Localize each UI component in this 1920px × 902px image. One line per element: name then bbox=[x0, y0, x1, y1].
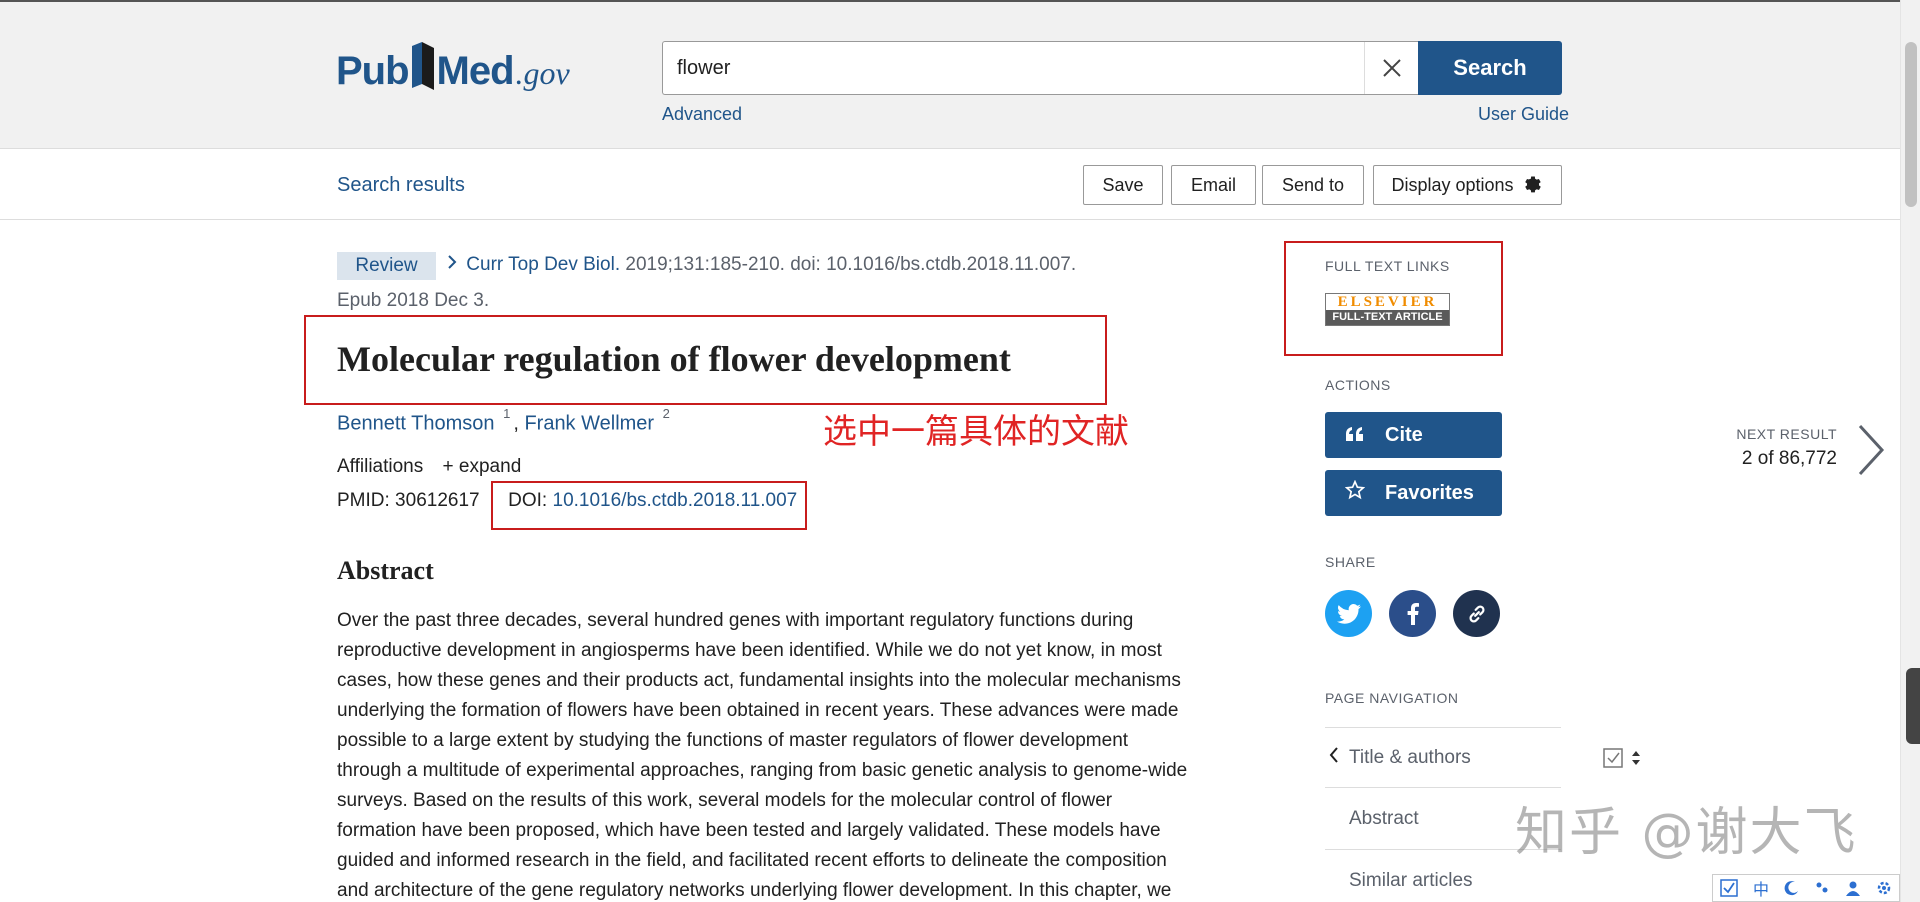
favorites-button[interactable]: Favorites bbox=[1325, 470, 1502, 516]
pmid: PMID: 30612617 bbox=[337, 490, 480, 511]
abstract-line: through a multitude of experimental appr… bbox=[337, 760, 1188, 781]
email-button[interactable]: Email bbox=[1171, 165, 1256, 205]
checkbox-icon bbox=[1720, 879, 1739, 897]
close-icon bbox=[1382, 59, 1401, 77]
settings-icon[interactable] bbox=[1876, 880, 1892, 896]
abstract-line: Over the past three decades, several hun… bbox=[337, 610, 1134, 631]
share-twitter-button[interactable] bbox=[1325, 590, 1372, 637]
nav-title-authors[interactable]: Title & authors bbox=[1325, 727, 1561, 788]
elsevier-full-text-link[interactable]: ELSEVIER FULL-TEXT ARTICLE bbox=[1325, 293, 1450, 326]
next-result-label: NEXT RESULT bbox=[1736, 426, 1837, 442]
next-result-count: 2 of 86,772 bbox=[1741, 448, 1837, 469]
page-navigation-label: PAGE NAVIGATION bbox=[1325, 690, 1459, 706]
cite-button[interactable]: Cite bbox=[1325, 412, 1502, 458]
search-input[interactable] bbox=[677, 54, 1337, 82]
save-button[interactable]: Save bbox=[1083, 165, 1163, 205]
quote-icon bbox=[1325, 422, 1385, 448]
affiliations-row: Affiliations + expand bbox=[337, 456, 521, 478]
watermark: 知乎 @谢大飞 bbox=[1515, 803, 1858, 863]
punctuation-icon[interactable] bbox=[1814, 880, 1830, 896]
moon-icon[interactable] bbox=[1784, 880, 1800, 896]
full-text-links-label: FULL TEXT LINKS bbox=[1325, 258, 1450, 274]
abstract-line: reproductive development in angiosperms … bbox=[337, 640, 1162, 661]
author-affiliation-ref[interactable]: 2 bbox=[660, 405, 673, 422]
site-header: Pub Med .gov Search Advanced User Guide bbox=[0, 0, 1900, 148]
journal-link[interactable]: Curr Top Dev Biol. bbox=[466, 254, 620, 275]
author-link[interactable]: Frank Wellmer bbox=[524, 413, 654, 435]
pubmed-logo[interactable]: Pub Med .gov bbox=[336, 32, 570, 96]
side-panel-handle[interactable] bbox=[1906, 668, 1920, 744]
expand-affiliations-button[interactable]: + expand bbox=[443, 456, 522, 477]
abstract-heading: Abstract bbox=[337, 556, 434, 585]
author-link[interactable]: Bennett Thomson bbox=[337, 413, 495, 435]
abstract-line: and architecture of the gene regulatory … bbox=[337, 880, 1172, 901]
advanced-search-link[interactable]: Advanced bbox=[662, 104, 742, 125]
facebook-icon bbox=[1407, 602, 1419, 625]
elsevier-full-text-label: FULL-TEXT ARTICLE bbox=[1326, 310, 1449, 325]
pubmed-book-icon bbox=[410, 40, 436, 92]
user-icon[interactable] bbox=[1845, 880, 1861, 896]
citation-line: Curr Top Dev Biol. 2019;131:185-210. doi… bbox=[447, 254, 1076, 276]
search-box bbox=[662, 41, 1418, 95]
next-result-chevron-icon[interactable] bbox=[1856, 422, 1886, 483]
title-highlight-box bbox=[304, 315, 1107, 405]
nav-item-label: Abstract bbox=[1349, 808, 1419, 829]
review-badge[interactable]: Review bbox=[337, 252, 436, 280]
epub-date: Epub 2018 Dec 3. bbox=[337, 290, 490, 311]
display-options-label: Display options bbox=[1391, 174, 1514, 195]
article-toolbar: Search results Save Email Send to Displa… bbox=[0, 148, 1900, 220]
doi-highlight-box bbox=[491, 481, 807, 530]
chevron-right-icon bbox=[447, 254, 461, 276]
user-guide-link[interactable]: User Guide bbox=[1478, 104, 1569, 125]
citation-details: 2019;131:185-210. doi: 10.1016/bs.ctdb.2… bbox=[620, 254, 1077, 275]
ime-toolbar[interactable]: 中 bbox=[1712, 874, 1900, 902]
link-icon bbox=[1468, 605, 1485, 622]
abstract-line: cases, how these genes and their product… bbox=[337, 670, 1181, 691]
display-options-button[interactable]: Display options bbox=[1373, 165, 1562, 205]
share-label: SHARE bbox=[1325, 554, 1376, 570]
nav-item-label: Title & authors bbox=[1349, 746, 1471, 768]
abstract-line: surveys. Based on the results of this wo… bbox=[337, 790, 1113, 811]
star-icon bbox=[1325, 479, 1385, 506]
abstract-line: possible to a large extent by studying t… bbox=[337, 730, 1129, 751]
logo-med: Med bbox=[436, 49, 515, 93]
abstract-line: underlying the formation of flowers have… bbox=[337, 700, 1179, 721]
chevron-left-icon bbox=[1329, 746, 1339, 770]
send-to-button[interactable]: Send to bbox=[1262, 165, 1364, 205]
floating-checkbox-widget[interactable] bbox=[1602, 746, 1662, 770]
cite-label: Cite bbox=[1385, 423, 1423, 446]
elsevier-logo-text: ELSEVIER bbox=[1326, 294, 1449, 310]
copy-link-button[interactable] bbox=[1453, 590, 1500, 637]
authors-list: Bennett Thomson 1, Frank Wellmer 2 bbox=[337, 406, 673, 436]
abstract-text: Over the past three decades, several hun… bbox=[337, 606, 1237, 902]
share-facebook-button[interactable] bbox=[1389, 590, 1436, 637]
ime-chinese-mode[interactable]: 中 bbox=[1753, 876, 1769, 900]
actions-label: ACTIONS bbox=[1325, 377, 1391, 393]
abstract-line: formation have been proposed, which have… bbox=[337, 820, 1161, 841]
logo-gov: .gov bbox=[515, 55, 570, 91]
next-result[interactable]: NEXT RESULT 2 of 86,772 bbox=[1720, 426, 1837, 470]
scrollbar-thumb[interactable] bbox=[1905, 42, 1917, 207]
page-scrollbar[interactable] bbox=[1900, 0, 1920, 902]
sort-arrows-icon bbox=[1632, 751, 1640, 765]
twitter-icon bbox=[1336, 603, 1361, 624]
search-results-link[interactable]: Search results bbox=[337, 174, 465, 197]
search-button[interactable]: Search bbox=[1418, 41, 1562, 95]
author-affiliation-ref[interactable]: 1 bbox=[500, 405, 513, 422]
clear-search-button[interactable] bbox=[1364, 42, 1418, 94]
abstract-line: guided and informed research in the fiel… bbox=[337, 850, 1167, 871]
logo-pub: Pub bbox=[336, 49, 410, 93]
annotation-text: 选中一篇具体的文献 bbox=[823, 412, 1129, 452]
gear-icon bbox=[1524, 176, 1541, 193]
favorites-label: Favorites bbox=[1385, 481, 1474, 504]
affiliations-label: Affiliations bbox=[337, 456, 424, 477]
nav-item-label: Similar articles bbox=[1349, 870, 1473, 891]
checkbox-icon bbox=[1603, 748, 1623, 768]
